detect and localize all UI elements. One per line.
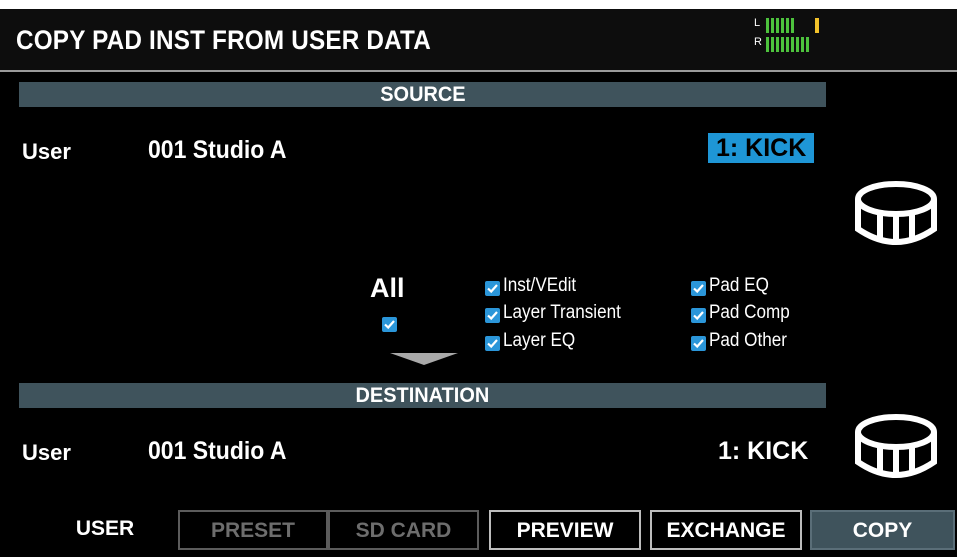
- source-pad-label: 1: KICK: [708, 133, 815, 163]
- title-bar: COPY PAD INST FROM USER DATA L R: [0, 9, 957, 70]
- destination-header-label: DESTINATION: [355, 384, 490, 407]
- drum-icon: [855, 414, 937, 478]
- drum-icon: [855, 181, 937, 245]
- page-title: COPY PAD INST FROM USER DATA: [16, 25, 432, 55]
- option-pad-comp[interactable]: Pad Comp: [709, 302, 790, 324]
- option-inst-vedit[interactable]: Inst/VEdit: [503, 275, 576, 297]
- source-header: SOURCE: [19, 82, 826, 107]
- option-pad-other[interactable]: Pad Other: [709, 330, 787, 352]
- source-bank[interactable]: User: [22, 139, 71, 165]
- option-pad-eq[interactable]: Pad EQ: [709, 275, 769, 297]
- title-divider: [0, 70, 957, 72]
- checkbox-checked-icon[interactable]: [382, 317, 397, 332]
- source-kit[interactable]: 001 Studio A: [148, 136, 286, 165]
- level-meter: L R: [754, 17, 874, 59]
- checkbox-checked-icon[interactable]: [691, 281, 706, 296]
- destination-header: DESTINATION: [19, 383, 826, 408]
- option-layer-transient[interactable]: Layer Transient: [503, 302, 621, 324]
- checkbox-checked-icon[interactable]: [485, 281, 500, 296]
- destination-kit[interactable]: 001 Studio A: [148, 437, 286, 466]
- option-layer-eq[interactable]: Layer EQ: [503, 330, 575, 352]
- preview-button[interactable]: PREVIEW: [489, 510, 641, 550]
- checkbox-checked-icon[interactable]: [485, 336, 500, 351]
- meter-left-peak: [815, 18, 819, 33]
- arrow-down-icon: [390, 353, 458, 365]
- all-label: All: [370, 273, 405, 303]
- checkbox-checked-icon[interactable]: [691, 308, 706, 323]
- exchange-button[interactable]: EXCHANGE: [650, 510, 802, 550]
- meter-right-bar: [766, 37, 809, 52]
- screen: COPY PAD INST FROM USER DATA L R SOURCE …: [0, 9, 957, 557]
- copy-button[interactable]: COPY: [810, 510, 955, 550]
- tab-preset[interactable]: PRESET: [178, 510, 328, 550]
- checkbox-checked-icon[interactable]: [485, 308, 500, 323]
- tab-user[interactable]: USER: [40, 510, 170, 550]
- destination-bank[interactable]: User: [22, 440, 71, 466]
- checkbox-checked-icon[interactable]: [691, 336, 706, 351]
- destination-pad[interactable]: 1: KICK: [718, 437, 808, 466]
- tab-sd-card[interactable]: SD CARD: [328, 510, 479, 550]
- source-pad[interactable]: 1: KICK: [708, 133, 815, 163]
- meter-right-label: R: [754, 36, 762, 48]
- meter-left-label: L: [754, 17, 761, 29]
- meter-left-bar: [766, 18, 794, 33]
- source-header-label: SOURCE: [379, 83, 466, 106]
